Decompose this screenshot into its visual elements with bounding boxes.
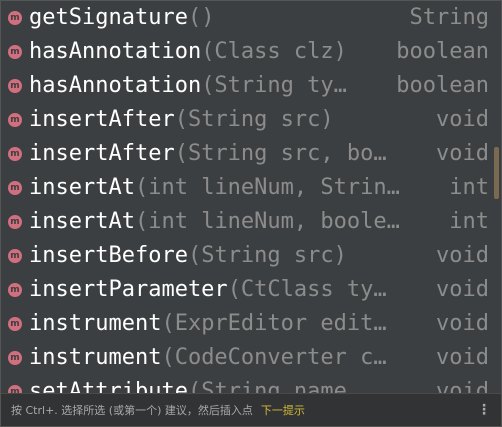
next-tip-link[interactable]: 下一提示 (261, 402, 305, 418)
list-scrollbar-thumb[interactable] (494, 147, 499, 199)
method-name: instrument (29, 311, 162, 336)
method-icon: m (8, 147, 22, 161)
return-type: void (436, 141, 489, 166)
method-name: hasAnnotation (29, 39, 202, 64)
completion-item[interactable]: m insertParameter(CtClass ty… void (1, 273, 501, 307)
method-params: (CodeConverter c… (161, 345, 387, 370)
return-type: boolean (396, 73, 489, 98)
completion-item[interactable]: m instrument(CodeConverter c… void (1, 341, 501, 375)
return-type: int (449, 209, 489, 234)
method-signature: getSignature() (29, 1, 214, 35)
method-params: (int lineNum, Strin… (134, 175, 400, 200)
method-params: (String src, bo… (174, 141, 387, 166)
method-signature: instrument(CodeConverter c… (29, 341, 387, 375)
method-icon: m (8, 215, 22, 229)
method-name: insertAfter (29, 107, 175, 132)
method-signature: insertAt(int lineNum, boole… (29, 205, 400, 239)
return-type: void (436, 379, 489, 394)
method-icon: m (8, 45, 22, 59)
method-signature: setAttribute(String name… (29, 375, 360, 394)
method-icon: m (8, 79, 22, 93)
completion-item[interactable]: m instrument(ExprEditor edit… void (1, 307, 501, 341)
completion-item[interactable]: m hasAnnotation(Class clz) boolean (1, 35, 501, 69)
completion-item[interactable]: m getSignature() String (1, 1, 501, 35)
shortcut-hint-text: 按 Ctrl+. 选择所选 (或第一个) 建议，然后插入点 (11, 404, 253, 417)
more-options-icon[interactable]: ⋮ (477, 394, 491, 426)
completion-item[interactable]: m insertAfter(String src) void (1, 103, 501, 137)
method-signature: insertAfter(String src) (29, 103, 334, 137)
return-type: void (436, 311, 489, 336)
return-type: String (409, 5, 489, 30)
method-params: (ExprEditor edit… (161, 311, 387, 336)
completion-item[interactable]: m insertAfter(String src, bo… void (1, 137, 501, 171)
method-signature: insertParameter(CtClass ty… (29, 273, 387, 307)
method-icon: m (8, 249, 22, 263)
return-type: int (449, 175, 489, 200)
method-name: insertAt (29, 209, 135, 234)
completion-item[interactable]: m setAttribute(String name… void (1, 375, 501, 394)
method-params: (CtClass ty… (227, 277, 387, 302)
method-params: (String ty… (201, 73, 347, 98)
method-name: getSignature (29, 5, 188, 30)
method-icon: m (8, 181, 22, 195)
completion-item[interactable]: m hasAnnotation(String ty… boolean (1, 69, 501, 103)
completion-item[interactable]: m insertAt(int lineNum, boole… int (1, 205, 501, 239)
method-params: () (187, 5, 215, 30)
code-completion-popup: m getSignature() String m hasAnnotation(… (0, 0, 502, 427)
completion-list[interactable]: m getSignature() String m hasAnnotation(… (1, 1, 501, 394)
method-signature: hasAnnotation(String ty… (29, 69, 347, 103)
method-icon: m (8, 317, 22, 331)
completion-item[interactable]: m insertAt(int lineNum, Strin… int (1, 171, 501, 205)
method-params: (String src) (187, 243, 347, 268)
method-icon: m (8, 11, 22, 25)
method-params: (int lineNum, boole… (134, 209, 400, 234)
method-icon: m (8, 113, 22, 127)
method-signature: insertBefore(String src) (29, 239, 347, 273)
return-type: void (436, 107, 489, 132)
method-signature: insertAfter(String src, bo… (29, 137, 387, 171)
return-type: void (436, 277, 489, 302)
completion-item[interactable]: m insertBefore(String src) void (1, 239, 501, 273)
method-name: setAttribute (29, 379, 188, 394)
method-name: insertBefore (29, 243, 188, 268)
method-name: insertParameter (29, 277, 228, 302)
method-name: insertAfter (29, 141, 175, 166)
method-icon: m (8, 351, 22, 365)
method-signature: hasAnnotation(Class clz) (29, 35, 347, 69)
return-type: void (436, 345, 489, 370)
method-icon: m (8, 283, 22, 297)
completion-footer: 按 Ctrl+. 选择所选 (或第一个) 建议，然后插入点 下一提示 ⋮ (1, 393, 501, 426)
method-name: instrument (29, 345, 162, 370)
method-name: hasAnnotation (29, 73, 202, 98)
method-signature: instrument(ExprEditor edit… (29, 307, 387, 341)
method-params: (String name… (187, 379, 361, 394)
return-type: void (436, 243, 489, 268)
method-name: insertAt (29, 175, 135, 200)
method-params: (Class clz) (201, 39, 347, 64)
method-params: (String src) (174, 107, 334, 132)
method-signature: insertAt(int lineNum, Strin… (29, 171, 400, 205)
return-type: boolean (396, 39, 489, 64)
